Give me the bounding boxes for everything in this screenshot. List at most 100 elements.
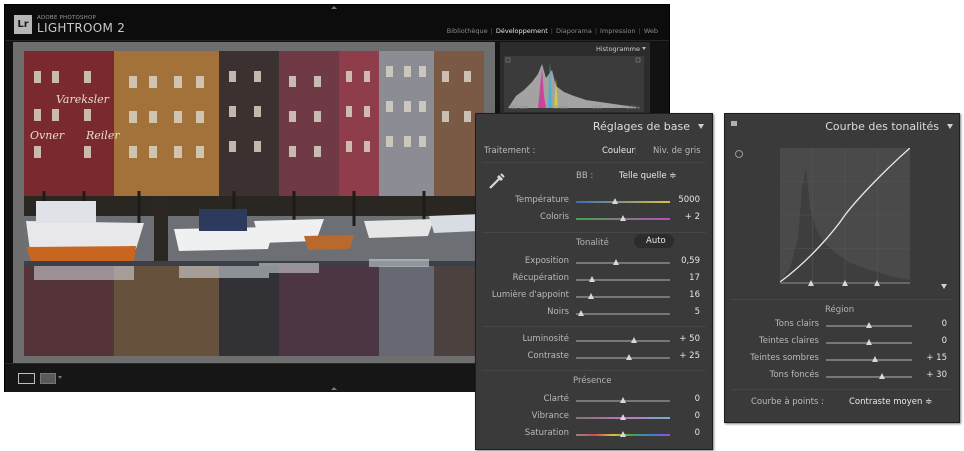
image-viewer: Vareksler Ovner Reiler xyxy=(13,42,495,363)
slider-thumb-exposition[interactable] xyxy=(613,259,620,265)
histogram-collapse-icon[interactable] xyxy=(642,47,646,50)
slider-track-exposition[interactable] xyxy=(576,262,670,264)
slider-track-tons-fonces[interactable] xyxy=(826,376,912,378)
slider-label-lumiere-d-appoint: Lumière d'appoint xyxy=(491,290,569,300)
slider-label-noirs: Noirs xyxy=(547,307,569,317)
brand-title: LIGHTROOM 2 xyxy=(37,21,126,35)
split-point-highlights[interactable] xyxy=(874,280,880,286)
tone-curve-graph[interactable] xyxy=(779,147,911,283)
slider-value-temperature[interactable]: 5000 xyxy=(670,195,700,205)
point-curve-label: Courbe à points : xyxy=(751,397,824,407)
slider-thumb-teintes-sombres[interactable] xyxy=(872,356,879,362)
slider-track-contraste[interactable] xyxy=(576,357,670,359)
slider-thumb-recuperation[interactable] xyxy=(588,276,595,282)
exif-aperture: f/16 xyxy=(592,106,602,111)
slider-value-noirs[interactable]: 5 xyxy=(670,307,700,317)
tone-auto-button[interactable]: Auto xyxy=(634,234,674,248)
treatment-grayscale-button[interactable]: Niv. de gris xyxy=(653,146,701,156)
treatment-color-button[interactable]: Couleur xyxy=(602,146,635,156)
point-curve-dropdown[interactable]: Contraste moyen ≑ xyxy=(849,397,932,407)
targeted-adjustment-icon[interactable] xyxy=(735,150,743,158)
slider-value-recuperation[interactable]: 17 xyxy=(670,273,700,283)
slider-label-coloris: Coloris xyxy=(540,212,569,222)
slider-label-teintes-sombres: Teintes sombres xyxy=(750,353,819,363)
slider-value-saturation[interactable]: 0 xyxy=(670,428,700,438)
slider-value-clarte[interactable]: 0 xyxy=(670,394,700,404)
slider-track-temperature[interactable] xyxy=(576,201,670,203)
slider-thumb-teintes-claires[interactable] xyxy=(866,339,872,345)
photo-canvas[interactable]: Vareksler Ovner Reiler xyxy=(24,51,484,356)
module-picker: Bibliothèque | Développement | Diaporama | Imp… xyxy=(444,27,661,35)
module-slideshow[interactable]: Diaporama xyxy=(553,27,595,35)
slider-value-tons-fonces[interactable]: + 30 xyxy=(917,370,947,380)
divider xyxy=(482,232,706,233)
curve-collapse-icon[interactable] xyxy=(947,124,953,129)
exif-iso: ISO 100 xyxy=(510,106,528,111)
module-web[interactable]: Web xyxy=(641,27,661,35)
treatment-separator: | xyxy=(634,146,637,156)
slider-label-tons-fonces: Tons foncés xyxy=(769,370,819,380)
collapse-top-panel-icon[interactable] xyxy=(331,6,337,9)
slider-label-clarte: Clarté xyxy=(543,394,569,404)
white-balance-eyedropper-icon[interactable] xyxy=(486,170,508,192)
histogram-exif: ISO 100 70 mm f/16 1/80 s xyxy=(510,106,640,111)
divider xyxy=(482,162,706,163)
split-point-shadows[interactable] xyxy=(808,280,814,286)
basic-collapse-icon[interactable] xyxy=(698,124,704,129)
slider-thumb-vibrance[interactable] xyxy=(620,414,626,420)
treatment-label: Traitement : xyxy=(484,146,536,156)
module-library[interactable]: Bibliothèque xyxy=(444,27,491,35)
curve-options-icon[interactable] xyxy=(941,284,947,289)
slider-label-saturation: Saturation xyxy=(524,428,569,438)
slider-thumb-tons-fonces[interactable] xyxy=(878,373,885,379)
slider-thumb-noirs[interactable] xyxy=(577,310,584,316)
slider-label-vibrance: Vibrance xyxy=(531,411,569,421)
view-options-chevron-icon[interactable] xyxy=(58,376,62,379)
panel-handle-icon[interactable] xyxy=(731,121,737,126)
curve-panel-title[interactable]: Courbe des tonalités xyxy=(825,120,939,133)
slider-value-teintes-claires[interactable]: 0 xyxy=(917,336,947,346)
histogram-title[interactable]: Histogramme xyxy=(596,45,640,53)
compare-view-icon[interactable] xyxy=(40,373,56,384)
slider-thumb-temperature[interactable] xyxy=(612,198,619,204)
slider-thumb-lumiere-d-appoint[interactable] xyxy=(588,293,595,299)
slider-value-exposition[interactable]: 0,59 xyxy=(670,256,700,266)
wb-preset-dropdown[interactable]: Telle quelle ≑ xyxy=(619,171,676,181)
slider-value-coloris[interactable]: + 2 xyxy=(670,212,700,222)
module-print[interactable]: Impression xyxy=(597,27,639,35)
slider-thumb-contraste[interactable] xyxy=(625,354,632,360)
presence-header: Présence xyxy=(573,376,612,386)
loupe-view-icon[interactable] xyxy=(18,373,35,384)
collapse-bottom-panel-icon[interactable] xyxy=(331,387,337,390)
slider-label-teintes-claires: Teintes claires xyxy=(759,336,819,346)
basic-panel-title[interactable]: Réglages de base xyxy=(593,120,690,133)
slider-label-contraste: Contraste xyxy=(527,351,569,361)
slider-value-lumiere-d-appoint[interactable]: 16 xyxy=(670,290,700,300)
split-point-midtones[interactable] xyxy=(842,280,848,286)
slider-track-noirs[interactable] xyxy=(576,313,670,315)
slider-thumb-coloris[interactable] xyxy=(620,215,626,221)
slider-track-teintes-sombres[interactable] xyxy=(826,359,912,361)
region-header: Région xyxy=(825,305,855,315)
slider-label-luminosite: Luminosité xyxy=(522,334,569,344)
divider xyxy=(731,299,953,300)
basic-settings-panel: Réglages de base Traitement : Couleur | … xyxy=(475,113,713,450)
slider-label-exposition: Exposition xyxy=(524,256,569,266)
slider-track-luminosite[interactable] xyxy=(576,340,670,342)
slider-thumb-luminosite[interactable] xyxy=(631,337,638,343)
slider-value-luminosite[interactable]: + 50 xyxy=(670,334,700,344)
exif-focal: 70 mm xyxy=(552,106,569,111)
slider-value-vibrance[interactable]: 0 xyxy=(670,411,700,421)
auto-label: Auto xyxy=(646,236,666,246)
slider-value-contraste[interactable]: + 25 xyxy=(670,351,700,361)
slider-thumb-saturation[interactable] xyxy=(620,431,626,437)
tone-header: Tonalité xyxy=(576,238,609,248)
svg-text:Reiler: Reiler xyxy=(85,129,120,142)
slider-thumb-clarte[interactable] xyxy=(620,397,626,403)
exif-shutter: 1/80 s xyxy=(626,106,640,111)
module-develop[interactable]: Développement xyxy=(493,27,551,35)
slider-value-teintes-sombres[interactable]: + 15 xyxy=(917,353,947,363)
slider-value-tons-clairs[interactable]: 0 xyxy=(917,319,947,329)
slider-thumb-tons-clairs[interactable] xyxy=(866,322,872,328)
slider-label-tons-clairs: Tons clairs xyxy=(775,319,819,329)
